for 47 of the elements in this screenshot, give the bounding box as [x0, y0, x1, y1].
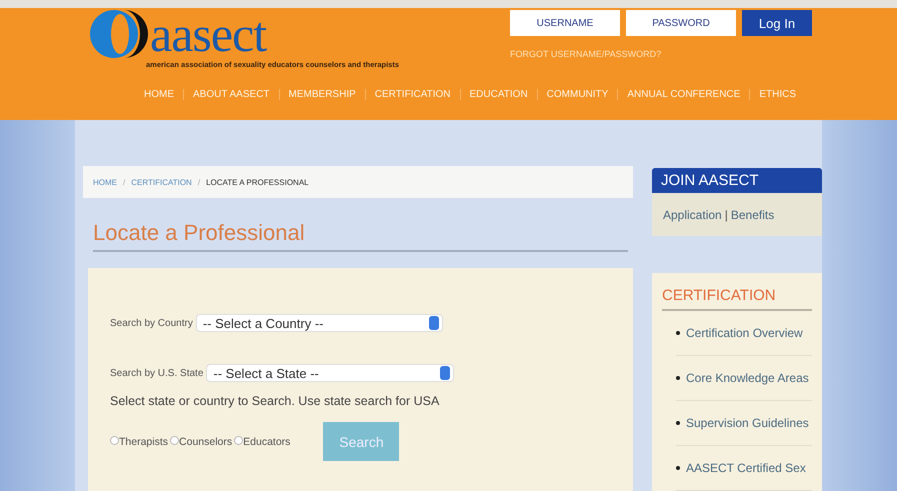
radio-button[interactable]	[234, 436, 244, 445]
username-field[interactable]: USERNAME	[510, 10, 620, 36]
breadcrumb-item[interactable]: CERTIFICATION	[131, 178, 192, 186]
breadcrumb-separator: /	[198, 178, 200, 186]
dropdown[interactable]: -- Select a Country --	[196, 314, 443, 332]
breadcrumb-item: LOCATE A PROFESSIONAL	[206, 178, 309, 186]
search-button[interactable]: Search	[323, 422, 400, 461]
option-label: Counselors	[179, 436, 232, 448]
nav-link[interactable]: ABOUT AASECT	[183, 89, 279, 100]
sidebar-link[interactable]: AASECT Certified Sex	[686, 461, 806, 475]
sidebar-link[interactable]: Benefits	[730, 208, 774, 222]
hint-text: Select state or country to Search. Use state search for USA	[110, 394, 440, 408]
nav-link[interactable]: ETHICS	[749, 89, 805, 100]
bullet-icon	[676, 421, 680, 425]
field-label: Search by Country	[110, 318, 193, 328]
radio-button[interactable]	[110, 436, 119, 445]
option-label: Educators	[243, 436, 290, 448]
logo-icon[interactable]	[90, 8, 148, 60]
sidebar-link[interactable]: Supervision Guidelines	[686, 416, 809, 430]
nav-link[interactable]: COMMUNITY	[536, 89, 618, 100]
stepper-icon	[440, 366, 450, 380]
nav-link[interactable]: CERTIFICATION	[364, 89, 460, 100]
password-field[interactable]: PASSWORD	[626, 10, 736, 36]
breadcrumb-separator: /	[123, 178, 126, 186]
nav-link[interactable]: EDUCATION	[460, 89, 537, 100]
nav-link[interactable]: HOME	[135, 89, 184, 100]
forgot-password-link[interactable]: FORGOT USERNAME/PASSWORD?	[510, 49, 812, 59]
sidebar-heading: JOIN AASECT	[652, 168, 822, 194]
nav-link[interactable]: MEMBERSHIP	[278, 89, 365, 100]
sidebar-link[interactable]: Core Knowledge Areas	[686, 371, 809, 385]
bullet-icon	[676, 466, 680, 470]
nav-link[interactable]: ANNUAL CONFERENCE	[617, 89, 750, 100]
logo-text[interactable]: aasect	[150, 8, 266, 60]
bullet-icon	[676, 376, 680, 380]
link-separator: |	[724, 208, 728, 222]
field-label: Search by U.S. State	[110, 368, 204, 378]
login-button[interactable]: Log In	[742, 10, 812, 36]
sidebar-link[interactable]: Certification Overview	[686, 326, 803, 340]
radio-button[interactable]	[170, 436, 180, 445]
page-title: Locate a Professional	[93, 220, 628, 252]
dropdown[interactable]: -- Select a State --	[206, 364, 454, 382]
option-label: Therapists	[119, 436, 168, 448]
bullet-icon	[676, 331, 680, 335]
stepper-icon	[428, 316, 439, 330]
sidebar-heading: CERTIFICATION	[662, 287, 812, 311]
sidebar-link[interactable]: Application	[663, 208, 722, 222]
breadcrumb-item[interactable]: HOME	[93, 178, 117, 186]
